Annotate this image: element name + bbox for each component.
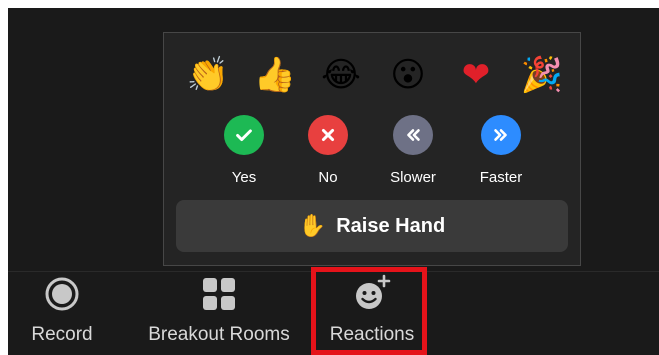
- reactions-panel: 👏 👍 😂 😮 ❤ 🎉 Yes No Slower Faster ✋ Raise…: [163, 32, 581, 266]
- raise-hand-label: Raise Hand: [336, 214, 446, 237]
- feedback-faster-label: Faster: [479, 169, 523, 186]
- clapping-hands-emoji[interactable]: 👏: [184, 51, 232, 99]
- red-heart-emoji[interactable]: ❤: [452, 51, 500, 99]
- emoji-row: 👏 👍 😂 😮 ❤ 🎉: [164, 51, 580, 99]
- grid-icon: [144, 272, 294, 312]
- breakout-rooms-button[interactable]: Breakout Rooms: [144, 272, 294, 355]
- x-icon: [308, 115, 348, 155]
- breakout-rooms-label: Breakout Rooms: [148, 324, 290, 345]
- check-icon: [224, 115, 264, 155]
- raise-hand-button[interactable]: ✋ Raise Hand: [176, 200, 568, 252]
- fast-forward-icon: [481, 115, 521, 155]
- reactions-label: Reactions: [329, 324, 415, 345]
- feedback-no-label: No: [318, 169, 338, 186]
- record-button[interactable]: Record: [24, 272, 100, 355]
- record-label: Record: [31, 324, 93, 345]
- thumbs-up-emoji[interactable]: 👍: [251, 51, 299, 99]
- feedback-yes-button[interactable]: Yes: [209, 115, 279, 187]
- feedback-slower-label: Slower: [390, 169, 436, 186]
- rewind-icon: [393, 115, 433, 155]
- feedback-yes-label: Yes: [231, 169, 257, 186]
- party-popper-emoji[interactable]: 🎉: [518, 51, 566, 99]
- smiley-plus-icon: [326, 272, 418, 312]
- open-mouth-emoji[interactable]: 😮: [384, 51, 432, 99]
- feedback-slower-button[interactable]: Slower: [378, 115, 448, 187]
- meeting-window: 👏 👍 😂 😮 ❤ 🎉 Yes No Slower Faster ✋ Raise…: [8, 8, 659, 355]
- feedback-faster-button[interactable]: Faster: [466, 115, 536, 187]
- reactions-button[interactable]: Reactions: [326, 272, 418, 355]
- meeting-toolbar: Record Breakout Rooms Reactions: [8, 271, 659, 355]
- record-icon: [24, 272, 100, 312]
- tears-of-joy-emoji[interactable]: 😂: [317, 51, 365, 99]
- feedback-no-button[interactable]: No: [293, 115, 363, 187]
- raised-hand-icon: ✋: [298, 213, 327, 239]
